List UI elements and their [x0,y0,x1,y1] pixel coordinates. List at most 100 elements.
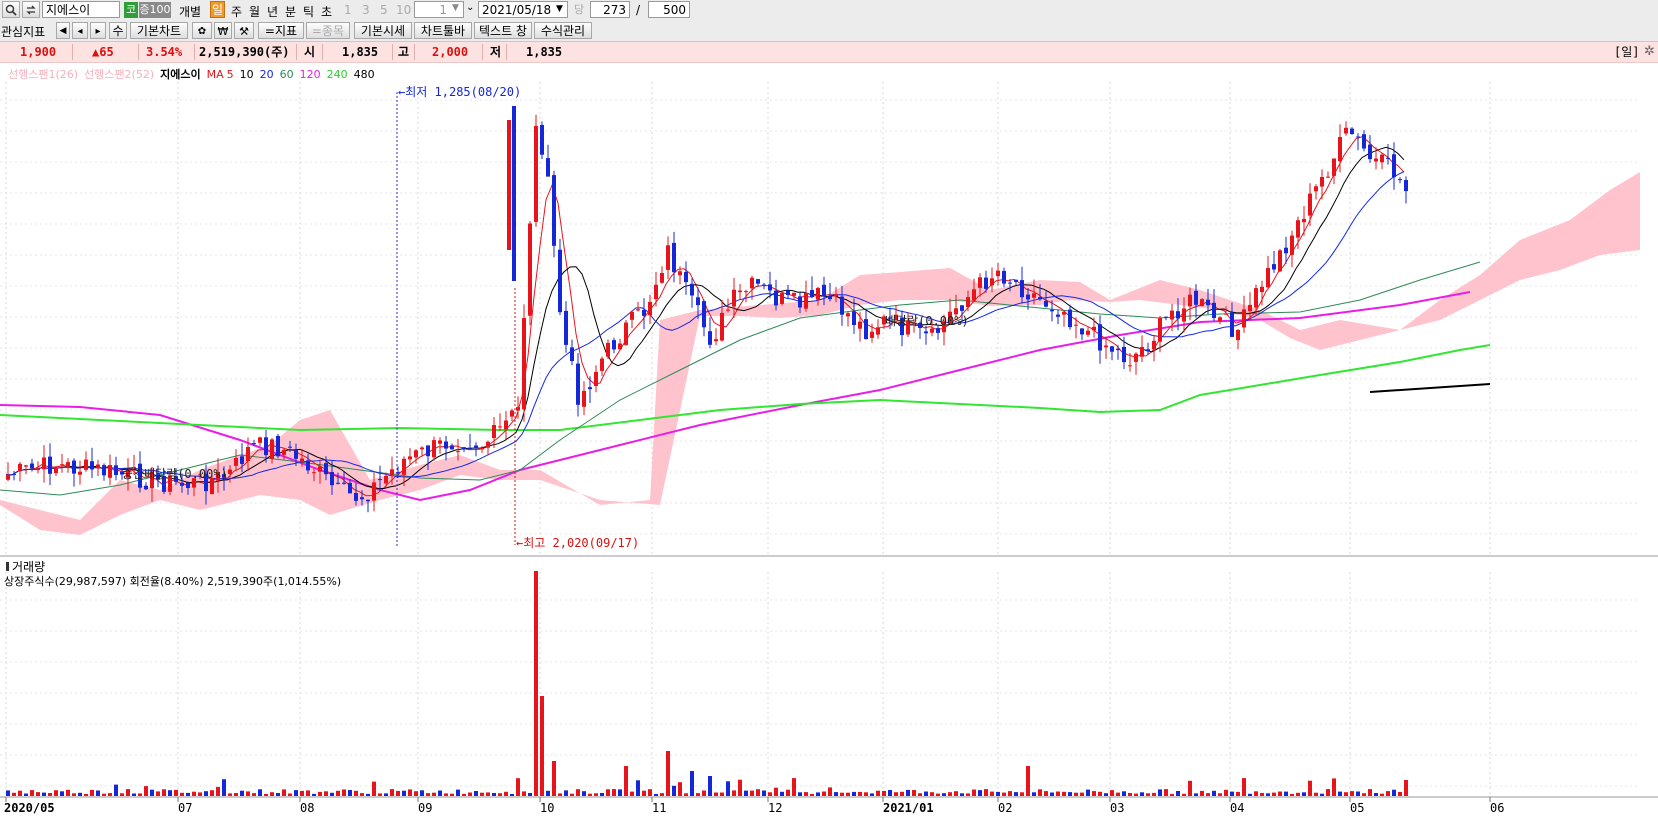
wrench-icon[interactable]: ⚒ [234,22,254,39]
volume-bar [1248,793,1252,796]
period-minute-button[interactable]: 분 [285,3,296,20]
scroll-left-button[interactable]: ◂ [72,22,88,39]
swap-button[interactable] [22,1,40,18]
interval-5-button[interactable]: 5 [380,3,388,17]
volume-bar [240,790,244,796]
candle-body [480,447,484,450]
volume-bar [84,794,88,796]
stock-name-input[interactable]: 지에스이 [42,1,120,18]
formula-button[interactable]: 수식관리 [534,22,592,39]
volume-bar [66,789,70,796]
candle-body [678,271,682,276]
volume-bar [1194,793,1198,796]
price-chart[interactable]: ←최저 1,285(08/20) ←최고 2,020(09/17) 중간배당락(… [0,62,1658,816]
candle-body [48,456,52,474]
interval-10-button[interactable]: 10 [396,3,411,17]
volume-bar [360,793,364,796]
trend-line[interactable] [1369,383,1491,393]
interest-indicator-button[interactable]: 관심지표 [1,23,45,40]
volume-bar [648,789,652,796]
candle-body [180,482,184,486]
candle-body [828,295,832,300]
count-input[interactable]: 273 [590,1,630,18]
volume-bar [522,791,526,796]
volume-bar [54,790,58,796]
candle-body [606,342,610,357]
gear-icon[interactable]: ✲ [1644,44,1655,59]
volume-bar [954,791,958,796]
volume-bar [132,793,136,796]
chevron-down-icon[interactable]: ▼ [556,4,563,14]
high-label: 고 [398,45,410,59]
search-button[interactable] [2,1,20,18]
basic-chart-button[interactable]: 기본차트 [130,22,188,39]
won-icon[interactable]: ₩ [214,22,232,39]
candle-body [312,472,316,474]
candle-body [720,312,724,341]
period-day-button[interactable]: 일 [210,1,225,18]
person-icon[interactable]: ✿ [192,22,212,39]
candle-body [1374,158,1378,162]
volume-bar [1134,793,1138,796]
candle-body [924,331,928,334]
candle-body [372,482,376,501]
volume-bar [642,790,646,796]
volume-bar [894,792,898,796]
prev-button[interactable]: ◀ [56,22,70,39]
volume-bar [414,791,418,796]
period-year-button[interactable]: 년 [267,3,278,20]
volume-bar [1146,793,1150,796]
low-value: 1,835 [526,45,563,59]
volume-bar [678,782,682,796]
candle-body [390,469,394,476]
chevron-down-icon[interactable]: ▼ [452,3,459,13]
period-month-button[interactable]: 월 [249,3,260,20]
volume-bar [108,793,112,796]
volume-bar [1104,793,1108,796]
candle-body [588,387,592,390]
volume-bar [786,789,790,796]
volume-bar [1290,794,1294,796]
period-week-button[interactable]: 주 [231,3,242,20]
candle-body [732,289,736,307]
candle-body [816,287,820,300]
basic-quote-button[interactable]: 기본시세 [354,22,412,39]
candle-body [972,289,976,301]
interval-1-button[interactable]: 1 [344,3,352,17]
volume-bar [1128,793,1132,796]
candle-body [408,456,412,460]
chevron-down-icon[interactable]: ⌄ [466,2,474,13]
total-input[interactable]: 500 [648,1,690,18]
candle-body [708,331,712,345]
candle-body [54,467,58,474]
x-axis-label: 08 [300,801,314,815]
period-tick-button[interactable]: 틱 [303,3,314,20]
scroll-right-button[interactable]: ▸ [90,22,106,39]
volume-bar [546,790,550,796]
candle-body [1326,176,1330,178]
period-second-button[interactable]: 초 [321,3,332,20]
edit-button[interactable]: 수 [109,22,127,39]
candle-body [660,273,664,283]
stock-item-button[interactable]: =종목 [306,22,350,39]
date-prefix-label: 당 [573,3,585,16]
volume-bar [924,791,928,796]
candle-body [582,390,586,407]
volume-bar [930,792,934,796]
date-select[interactable]: 2021/05/18 [478,1,568,18]
price-change: ▲65 [92,45,114,59]
interval-3-button[interactable]: 3 [362,3,370,17]
candle-body [336,482,340,484]
volume-bar [312,793,316,796]
volume-bar [948,792,952,796]
indicator-button[interactable]: =지표 [258,22,304,39]
chart-toolbar-button[interactable]: 차트툴바 [414,22,472,39]
candle-body [966,297,970,308]
volume-bar [1362,793,1366,796]
volume-bar [492,793,496,796]
candle-body [528,223,532,316]
volume-bar [408,789,412,796]
text-tool-button[interactable]: 텍스트 창 [474,22,532,39]
individual-label[interactable]: 개별 [179,3,201,20]
volume-bar [528,793,532,796]
